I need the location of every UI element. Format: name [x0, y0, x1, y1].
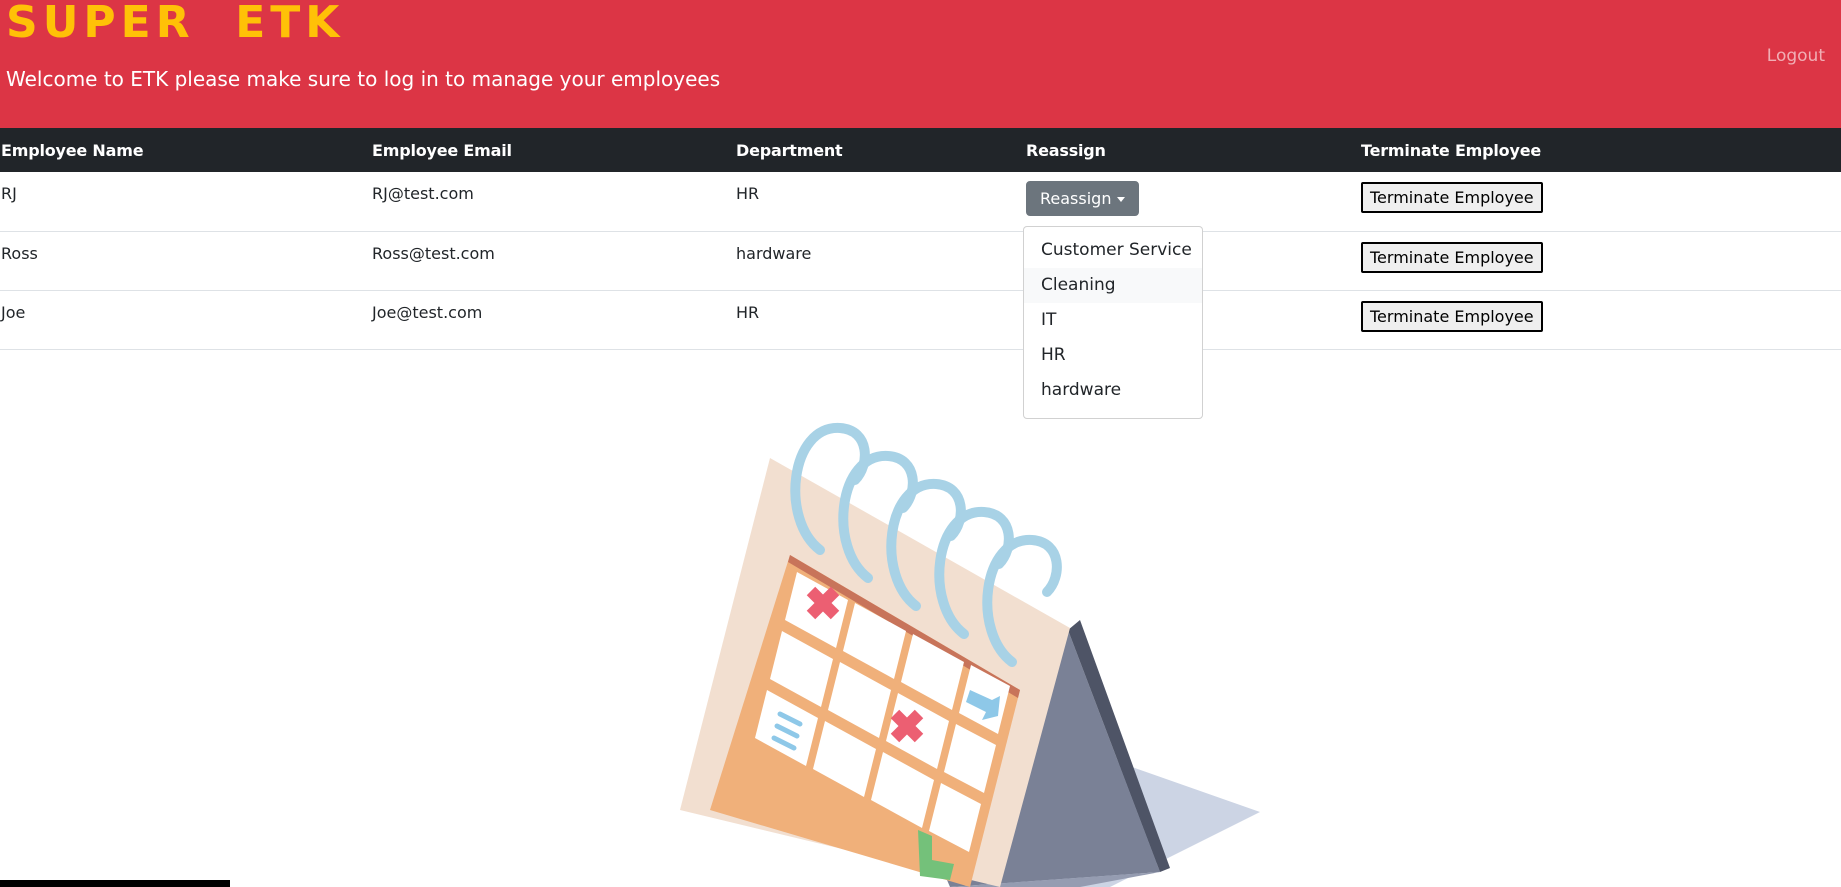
employee-name: Ross — [0, 231, 371, 291]
table-header-row: Employee Name Employee Email Department … — [0, 128, 1841, 172]
terminate-employee-button[interactable]: Terminate Employee — [1361, 182, 1543, 213]
employee-department: hardware — [735, 231, 1025, 291]
employee-department: HR — [735, 172, 1025, 232]
calendar-illustration-icon — [680, 422, 1260, 887]
header-bar: SUPER ETK Welcome to ETK please make sur… — [0, 0, 1841, 128]
column-header-reassign: Reassign — [1025, 128, 1360, 172]
reassign-cell: Reassign — [1025, 172, 1360, 232]
dropdown-item-it[interactable]: IT — [1024, 303, 1202, 338]
column-header-name: Employee Name — [0, 128, 371, 172]
terminate-cell: Terminate Employee — [1360, 172, 1841, 232]
employee-email: RJ@test.com — [371, 172, 735, 232]
brand-title: SUPER ETK — [6, 0, 345, 48]
employee-table: Employee Name Employee Email Department … — [0, 128, 1841, 350]
table-row: Ross Ross@test.com hardware Terminate Em… — [0, 231, 1841, 291]
terminate-cell: Terminate Employee — [1360, 231, 1841, 291]
table-row: RJ RJ@test.com HR Reassign Terminate Emp… — [0, 172, 1841, 232]
reassign-dropdown-menu: Customer Service Cleaning IT HR hardware — [1023, 226, 1203, 419]
reassign-button[interactable]: Reassign — [1026, 181, 1140, 216]
dropdown-item-customer-service[interactable]: Customer Service — [1024, 233, 1202, 268]
column-header-email: Employee Email — [371, 128, 735, 172]
employee-email: Joe@test.com — [371, 290, 735, 350]
employee-department: HR — [735, 290, 1025, 350]
reassign-label: Reassign — [1040, 189, 1112, 208]
terminate-employee-button[interactable]: Terminate Employee — [1361, 300, 1543, 332]
caret-down-icon — [1117, 197, 1126, 202]
table-row: Joe Joe@test.com HR Terminate Employee — [0, 290, 1841, 350]
dropdown-item-hardware[interactable]: hardware — [1024, 373, 1202, 408]
employee-name: Joe — [0, 290, 371, 350]
dropdown-item-hr[interactable]: HR — [1024, 338, 1202, 373]
column-header-department: Department — [735, 128, 1025, 172]
terminate-employee-button[interactable]: Terminate Employee — [1361, 241, 1543, 273]
terminate-cell: Terminate Employee — [1360, 290, 1841, 350]
dropdown-item-cleaning[interactable]: Cleaning — [1024, 268, 1202, 303]
employee-name: RJ — [0, 172, 371, 232]
column-header-terminate: Terminate Employee — [1360, 128, 1841, 172]
employee-email: Ross@test.com — [371, 231, 735, 291]
welcome-message: Welcome to ETK please make sure to log i… — [6, 67, 721, 91]
logout-link[interactable]: Logout — [1767, 46, 1825, 66]
bottom-scroll-bar — [0, 880, 230, 887]
